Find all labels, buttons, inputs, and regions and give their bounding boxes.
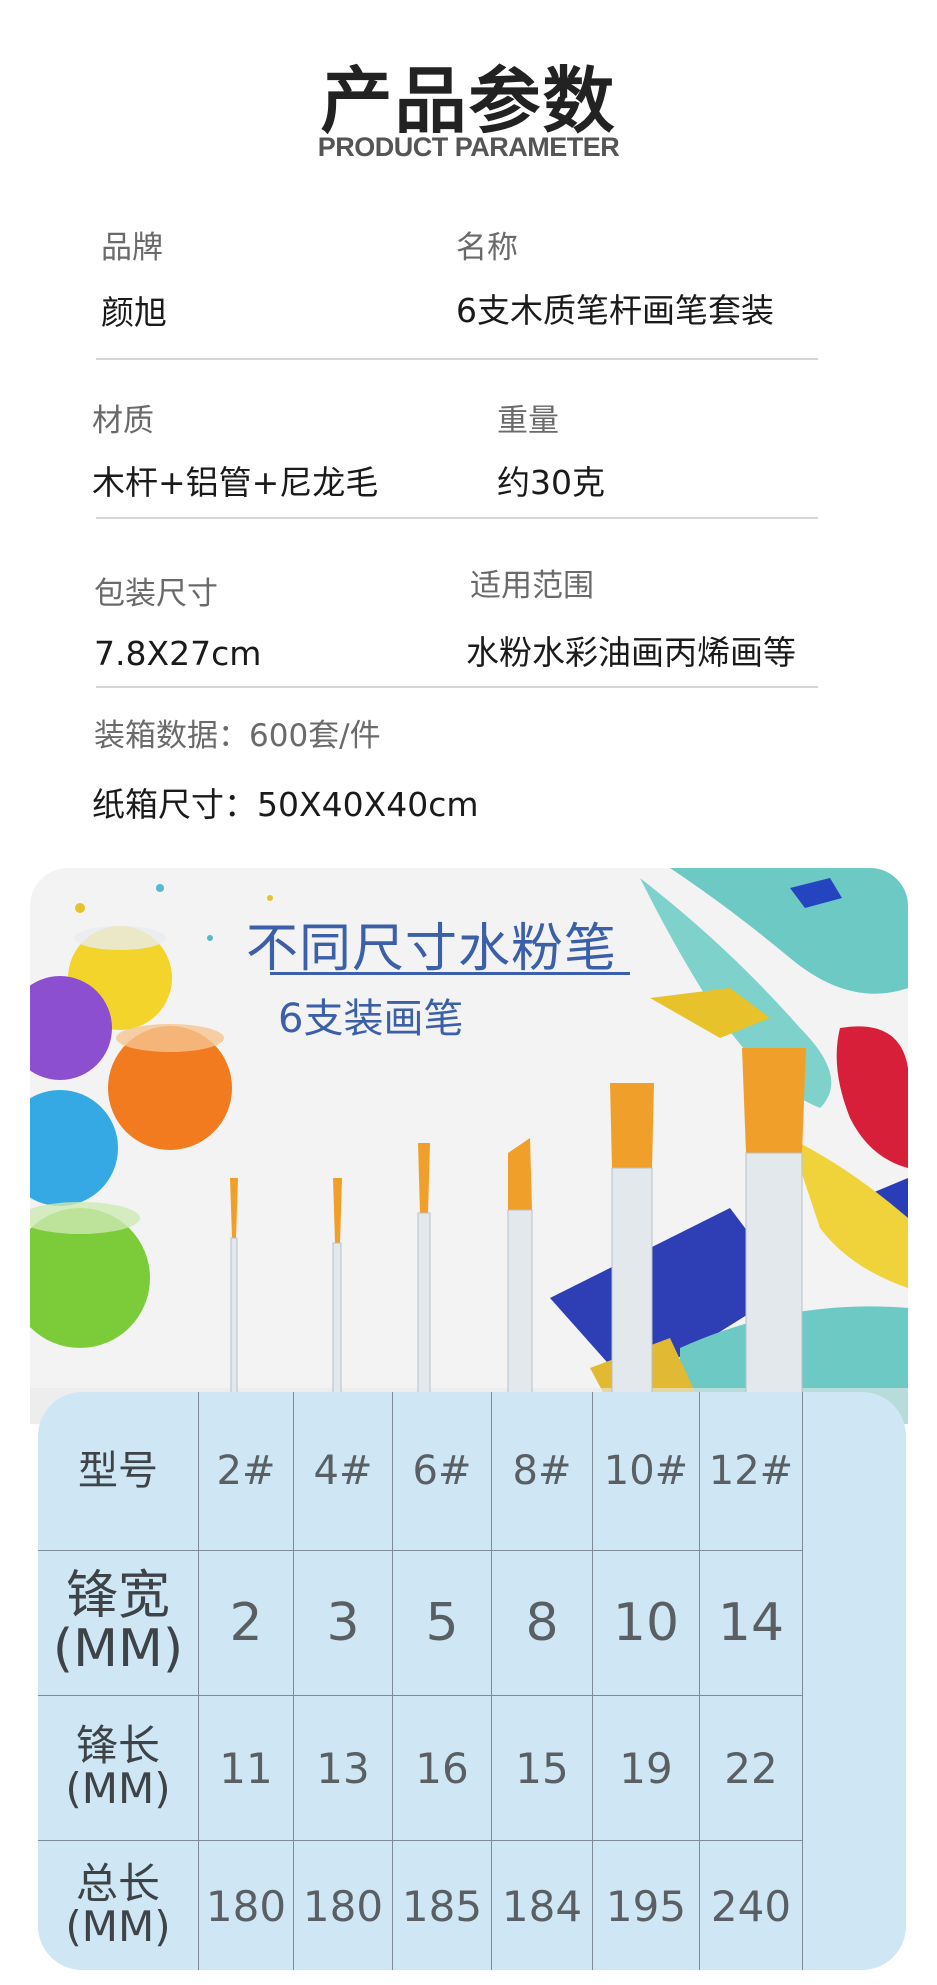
- model-cell: 10#: [592, 1392, 700, 1551]
- scope-value: 水粉水彩油画丙烯画等: [466, 633, 796, 672]
- tip-width-cell: 14: [699, 1550, 803, 1696]
- divider: [96, 517, 818, 519]
- material-value: 木杆+铝管+尼龙毛: [92, 463, 379, 502]
- brand-value: 颜旭: [101, 293, 167, 332]
- model-cell: 4#: [293, 1392, 393, 1551]
- row-header-tip-length: 锋长 (MM): [38, 1695, 199, 1841]
- package-size-value: 7.8X27cm: [94, 634, 262, 673]
- tip-width-cell: 8: [491, 1550, 593, 1696]
- tip-length-cell: 11: [198, 1695, 294, 1841]
- tip-width-cell: 2: [198, 1550, 294, 1696]
- divider: [96, 686, 818, 688]
- total-length-cell: 185: [392, 1840, 492, 1970]
- banner-title-underline: [270, 972, 630, 975]
- carton-size: 纸箱尺寸：50X40X40cm: [92, 785, 479, 824]
- product-banner: 不同尺寸水粉笔 6支装画笔: [30, 868, 908, 1424]
- banner-subtitle: 6支装画笔: [278, 996, 464, 1042]
- row-header-total-length: 总长 (MM): [38, 1840, 199, 1970]
- model-cell: 8#: [491, 1392, 593, 1551]
- divider: [96, 358, 818, 360]
- total-length-cell: 184: [491, 1840, 593, 1970]
- weight-value: 约30克: [497, 463, 605, 502]
- table-row-model: 型号 2# 4# 6# 8# 10# 12#: [38, 1392, 803, 1551]
- name-value: 6支木质笔杆画笔套装: [456, 291, 774, 330]
- total-length-cell: 180: [293, 1840, 393, 1970]
- row-header-model: 型号: [38, 1392, 199, 1551]
- tip-length-cell: 16: [392, 1695, 492, 1841]
- table-row-tip-length: 锋长 (MM) 11 13 16 15 19 22: [38, 1695, 803, 1841]
- weight-label: 重量: [497, 403, 559, 439]
- model-cell: 12#: [699, 1392, 803, 1551]
- tip-width-cell: 5: [392, 1550, 492, 1696]
- total-length-cell: 195: [592, 1840, 700, 1970]
- table-row-tip-width: 锋宽 (MM) 2 3 5 8 10 14: [38, 1550, 803, 1696]
- tip-width-cell: 3: [293, 1550, 393, 1696]
- model-cell: 6#: [392, 1392, 492, 1551]
- table-row-total-length: 总长 (MM) 180 180 185 184 195 240: [38, 1840, 803, 1970]
- total-length-cell: 240: [699, 1840, 803, 1970]
- package-size-label: 包装尺寸: [94, 576, 218, 612]
- tip-length-cell: 19: [592, 1695, 700, 1841]
- brand-label: 品牌: [101, 230, 163, 266]
- tip-width-cell: 10: [592, 1550, 700, 1696]
- name-label: 名称: [456, 230, 518, 266]
- tip-length-cell: 15: [491, 1695, 593, 1841]
- row-header-tip-width: 锋宽 (MM): [38, 1550, 199, 1696]
- total-length-cell: 180: [198, 1840, 294, 1970]
- material-label: 材质: [92, 403, 154, 439]
- model-cell: 2#: [198, 1392, 294, 1551]
- tip-length-cell: 22: [699, 1695, 803, 1841]
- banner-title: 不同尺寸水粉笔: [246, 919, 618, 979]
- tip-length-cell: 13: [293, 1695, 393, 1841]
- carton-quantity: 装箱数据：600套/件: [94, 718, 381, 754]
- page-subtitle: PRODUCT PARAMETER: [317, 132, 620, 162]
- spec-table-panel: 型号 2# 4# 6# 8# 10# 12# 锋宽 (MM) 2 3 5 8 1…: [38, 1392, 906, 1970]
- spec-table: 型号 2# 4# 6# 8# 10# 12# 锋宽 (MM) 2 3 5 8 1…: [38, 1392, 803, 1970]
- scope-label: 适用范围: [470, 568, 594, 604]
